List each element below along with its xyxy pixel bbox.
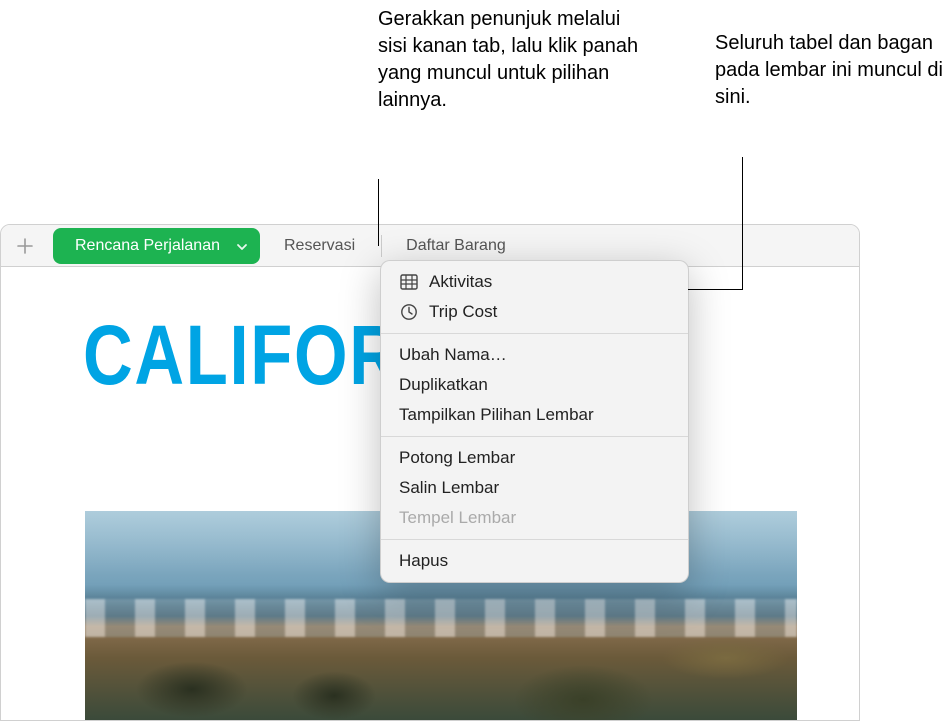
- menu-item-delete[interactable]: Hapus: [381, 546, 688, 576]
- menu-item-label: Aktivitas: [429, 272, 492, 292]
- menu-item-label: Salin Lembar: [399, 478, 499, 498]
- callout-objects-list: Seluruh tabel dan bagan pada lembar ini …: [715, 30, 945, 111]
- sheet-tab-active[interactable]: Rencana Perjalanan: [53, 228, 260, 264]
- menu-item-copy[interactable]: Salin Lembar: [381, 473, 688, 503]
- menu-item-label: Ubah Nama…: [399, 345, 507, 365]
- menu-item-duplicate[interactable]: Duplikatkan: [381, 370, 688, 400]
- menu-separator: [381, 436, 688, 437]
- sheet-tab-label: Daftar Barang: [406, 237, 506, 255]
- sheet-tab[interactable]: Reservasi: [262, 228, 377, 264]
- table-icon: [399, 273, 419, 291]
- sheet-tab-label: Rencana Perjalanan: [75, 237, 220, 255]
- menu-item-label: Potong Lembar: [399, 448, 515, 468]
- sheet-tab-context-menu: Aktivitas Trip Cost Ubah Nama… Duplikatk…: [380, 260, 689, 583]
- menu-item-label: Hapus: [399, 551, 448, 571]
- tab-separator: [381, 235, 382, 257]
- callout-tab-instructions: Gerakkan penunjuk melalui sisi kanan tab…: [378, 6, 648, 114]
- sheet-tab[interactable]: Daftar Barang: [384, 228, 528, 264]
- menu-item-object-table[interactable]: Aktivitas: [381, 267, 688, 297]
- leader-line: [688, 289, 742, 290]
- leader-line: [378, 179, 379, 246]
- clock-icon: [399, 303, 419, 321]
- menu-item-rename[interactable]: Ubah Nama…: [381, 340, 688, 370]
- leader-line: [742, 157, 743, 290]
- menu-item-label: Trip Cost: [429, 302, 497, 322]
- menu-item-show-options[interactable]: Tampilkan Pilihan Lembar: [381, 400, 688, 430]
- sheet-tab-label: Reservasi: [284, 237, 355, 255]
- menu-item-object-chart[interactable]: Trip Cost: [381, 297, 688, 327]
- menu-item-label: Tempel Lembar: [399, 508, 516, 528]
- menu-item-label: Tampilkan Pilihan Lembar: [399, 405, 594, 425]
- chevron-down-icon[interactable]: [236, 240, 248, 252]
- plus-icon: [17, 238, 33, 254]
- menu-item-cut[interactable]: Potong Lembar: [381, 443, 688, 473]
- menu-item-label: Duplikatkan: [399, 375, 488, 395]
- menu-separator: [381, 333, 688, 334]
- menu-separator: [381, 539, 688, 540]
- menu-item-paste: Tempel Lembar: [381, 503, 688, 533]
- add-sheet-button[interactable]: [9, 230, 41, 262]
